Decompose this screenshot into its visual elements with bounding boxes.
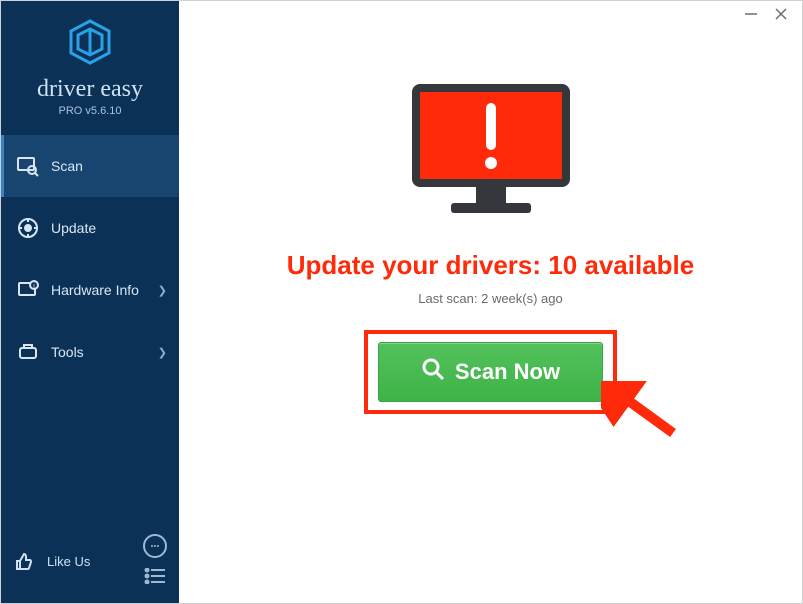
sidebar-item-label: Update	[51, 220, 96, 236]
menu-icon[interactable]	[144, 568, 166, 589]
scan-icon	[17, 155, 39, 177]
thumbs-up-icon	[13, 551, 35, 573]
feedback-icon[interactable]	[143, 534, 167, 558]
hw-icon: i	[17, 279, 39, 301]
sidebar-item-update[interactable]: Update	[1, 197, 179, 259]
nav: Scan Update	[1, 135, 179, 383]
search-icon	[421, 357, 445, 387]
sidebar-bottom: Like Us	[1, 520, 179, 603]
scan-now-button[interactable]: Scan Now	[378, 342, 603, 402]
tools-icon	[17, 341, 39, 363]
sidebar-item-tools[interactable]: Tools ❯	[1, 321, 179, 383]
like-us-button[interactable]: Like Us	[13, 551, 90, 573]
brand-name: driver easy	[11, 76, 169, 103]
brand-block: driver easy PRO v5.6.10	[1, 1, 179, 129]
chevron-right-icon: ❯	[158, 284, 167, 297]
like-us-label: Like Us	[47, 554, 90, 569]
sidebar-item-label: Scan	[51, 158, 83, 174]
last-scan-text: Last scan: 2 week(s) ago	[418, 291, 563, 306]
annotation-arrow-icon	[601, 381, 681, 446]
window-controls	[744, 7, 788, 24]
update-icon	[17, 217, 39, 239]
chevron-right-icon: ❯	[158, 346, 167, 359]
headline: Update your drivers: 10 available	[287, 250, 695, 281]
brand-logo-icon	[67, 19, 113, 70]
sidebar-item-hardware-info[interactable]: i Hardware Info ❯	[1, 259, 179, 321]
scan-highlight-frame: Scan Now	[364, 330, 617, 414]
brand-version: PRO v5.6.10	[11, 105, 169, 117]
content: Update your drivers: 10 available Last s…	[179, 25, 802, 414]
sidebar-item-label: Tools	[51, 344, 84, 360]
sidebar: driver easy PRO v5.6.10 Scan	[1, 1, 179, 603]
alert-monitor-icon	[406, 83, 576, 228]
close-button[interactable]	[774, 7, 788, 24]
main-panel: Update your drivers: 10 available Last s…	[179, 1, 802, 603]
app-window: driver easy PRO v5.6.10 Scan	[1, 1, 802, 603]
sidebar-item-label: Hardware Info	[51, 282, 139, 298]
bottom-icons	[143, 534, 167, 589]
scan-now-label: Scan Now	[455, 359, 560, 385]
sidebar-item-scan[interactable]: Scan	[1, 135, 179, 197]
minimize-button[interactable]	[744, 7, 758, 24]
